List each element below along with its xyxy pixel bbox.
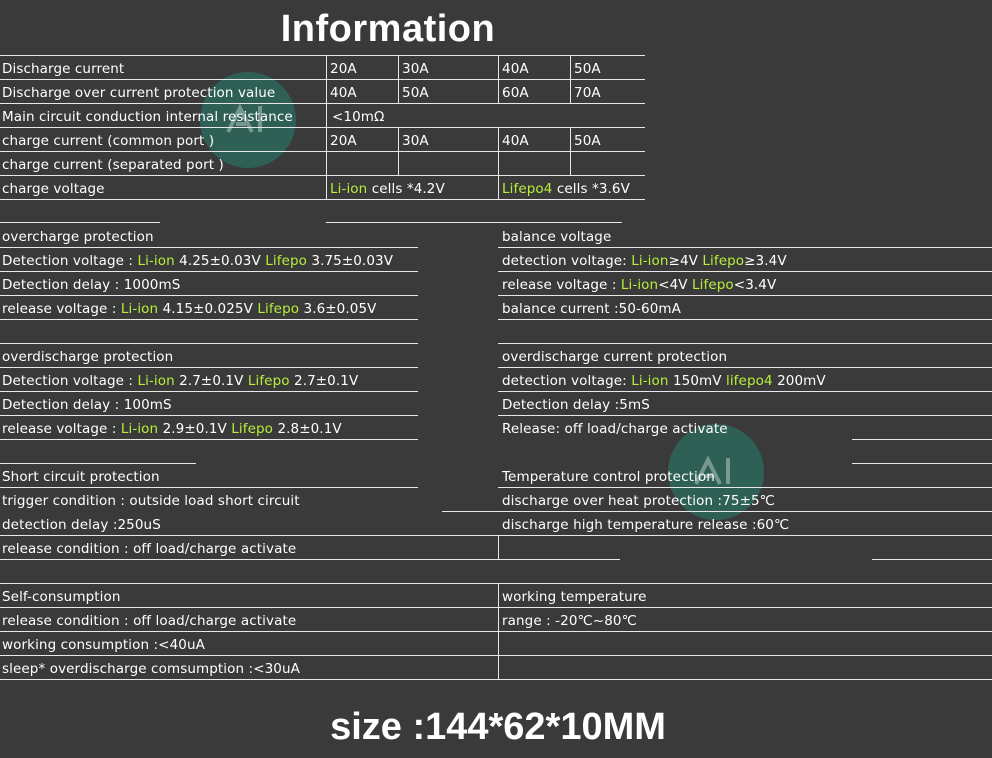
over-current-value: 50A: [402, 85, 429, 101]
overdischarge-header: overdischarge protection: [2, 349, 174, 365]
charge-common-label: charge current (common port ): [2, 133, 215, 149]
short-circuit-delay: detection delay :250uS: [2, 517, 161, 533]
overdischarge-current-delay: Detection delay :5mS: [502, 397, 650, 413]
temperature-release: discharge high temperature release :60℃: [502, 517, 790, 533]
page-title: Information: [280, 8, 496, 50]
overdischarge-detection: Detection voltage : Li-ion 2.7±0.1V Life…: [2, 373, 359, 389]
balance-current: balance current :50-60mA: [502, 301, 681, 317]
self-consumption-sleep: sleep* overdischarge comsumption :<30uA: [2, 661, 300, 677]
self-consumption-working: working consumption :<40uA: [2, 637, 205, 653]
overcharge-header: overcharge protection: [2, 229, 154, 245]
working-temperature-range: range : -20℃~80℃: [502, 613, 637, 629]
resistance-value: <10mΩ: [332, 109, 385, 125]
discharge-current-value: 50A: [574, 61, 601, 77]
overdischarge-current-release: Release: off load/charge activate: [502, 421, 728, 437]
over-current-value: 40A: [330, 85, 357, 101]
overcharge-delay: Detection delay : 1000mS: [2, 277, 181, 293]
charge-common-value: 50A: [574, 133, 601, 149]
working-temperature-header: working temperature: [502, 589, 647, 605]
overdischarge-current-detection: detection voltage: Li-ion 150mV lifepo4 …: [502, 373, 826, 389]
temperature-over-heat: discharge over heat protection :75±5℃: [502, 493, 775, 509]
self-consumption-release: release condition : off load/charge acti…: [2, 613, 297, 629]
overdischarge-delay: Detection delay : 100mS: [2, 397, 172, 413]
overcharge-release: release voltage : Li-ion 4.15±0.025V Lif…: [2, 301, 377, 317]
discharge-current-label: Discharge current: [2, 61, 125, 77]
balance-header: balance voltage: [502, 229, 612, 245]
charge-separated-label: charge current (separated port ): [2, 157, 224, 173]
resistance-label: Main circuit conduction internal resista…: [2, 109, 293, 125]
charge-voltage-lifepo: Lifepo4 cells *3.6V: [502, 181, 630, 197]
over-current-label: Discharge over current protection value: [2, 85, 276, 101]
overdischarge-current-header: overdischarge current protection: [502, 349, 728, 365]
short-circuit-release: release condition : off load/charge acti…: [2, 541, 297, 557]
discharge-current-value: 20A: [330, 61, 357, 77]
charge-common-value: 20A: [330, 133, 357, 149]
overdischarge-release: release voltage : Li-ion 2.9±0.1V Lifepo…: [2, 421, 342, 437]
discharge-current-value: 30A: [402, 61, 429, 77]
charge-common-value: 30A: [402, 133, 429, 149]
balance-release: release voltage : Li-ion<4V Lifepo<3.4V: [502, 277, 777, 293]
self-consumption-header: Self-consumption: [2, 589, 121, 605]
short-circuit-header: Short circuit protection: [2, 469, 160, 485]
short-circuit-trigger: trigger condition : outside load short c…: [2, 493, 300, 509]
charge-voltage-liion: Li-ion cells *4.2V: [330, 181, 445, 197]
balance-detection: detection voltage: Li-ion≥4V Lifepo≥3.4V: [502, 253, 787, 269]
size-footer: size :144*62*10MM: [330, 706, 666, 748]
charge-common-value: 40A: [502, 133, 529, 149]
over-current-value: 60A: [502, 85, 529, 101]
temperature-header: Temperature control protection: [502, 469, 715, 485]
discharge-current-value: 40A: [502, 61, 529, 77]
over-current-value: 70A: [574, 85, 601, 101]
charge-voltage-label: charge voltage: [2, 181, 105, 197]
overcharge-detection: Detection voltage : Li-ion 4.25±0.03V Li…: [2, 253, 394, 269]
